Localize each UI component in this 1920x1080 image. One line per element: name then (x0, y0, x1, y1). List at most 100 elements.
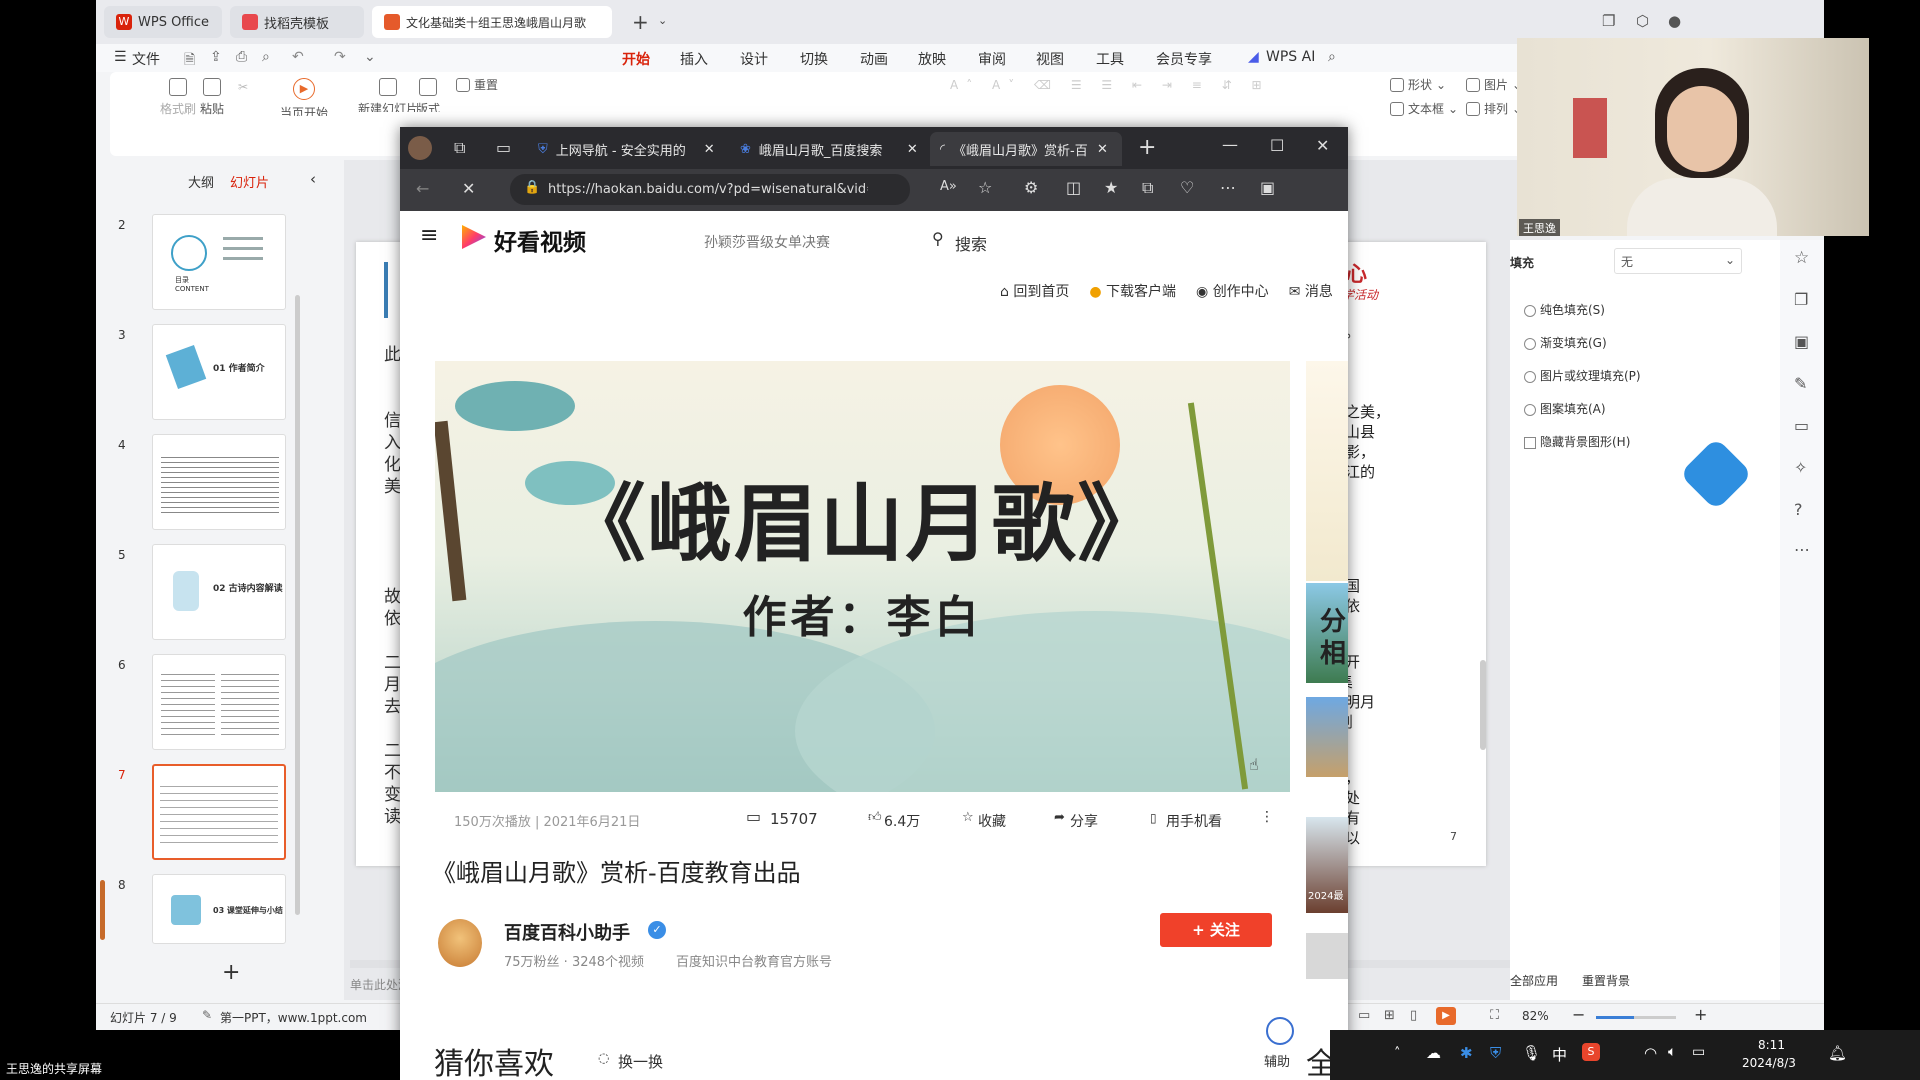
more-options-icon[interactable]: ⋮ (1260, 809, 1274, 825)
like-count[interactable]: 6.4万 (884, 811, 920, 831)
zoom-level[interactable]: 82% (1522, 1009, 1549, 1023)
menu-review[interactable]: 审阅 (978, 49, 1006, 69)
menu-transition[interactable]: 切换 (800, 49, 828, 69)
paste-button[interactable]: 粘贴 (200, 78, 224, 117)
format-painter-button[interactable]: 格式刷 (160, 78, 196, 117)
slides-tab[interactable]: 幻灯片 (230, 172, 269, 191)
download-client-link[interactable]: ● 下载客户端 (1089, 281, 1176, 301)
vertical-scrollbar[interactable] (1480, 660, 1486, 750)
related-thumb-4[interactable] (1306, 933, 1348, 979)
minimize-icon[interactable]: — (1222, 135, 1238, 154)
hamburger-icon[interactable]: ☰ (114, 49, 127, 65)
star-icon[interactable]: ☆ (1794, 248, 1809, 268)
favorite-icon[interactable]: ☆ (962, 810, 974, 825)
close-tab-icon[interactable]: ✕ (907, 142, 918, 157)
home-link[interactable]: ⌂ 回到首页 (1000, 281, 1069, 301)
accessibility-icon[interactable] (1266, 1017, 1294, 1045)
favorites-icon[interactable]: ★ (1104, 178, 1118, 197)
show-hidden-icons[interactable]: ˄ (1394, 1046, 1401, 1061)
fill-option-picture[interactable]: 图片或纹理填充(P) (1524, 360, 1641, 393)
menu-view[interactable]: 视图 (1036, 49, 1064, 69)
comment-count[interactable]: 15707 (770, 810, 818, 828)
hide-background-checkbox[interactable]: 隐藏背景图形(H) (1524, 426, 1641, 459)
notification-icon[interactable]: 🔔︎ (1828, 1044, 1847, 1062)
textbox-button[interactable]: 文本框 ⌄ (1390, 100, 1458, 117)
close-window-icon[interactable]: ✕ (1316, 136, 1329, 155)
save-icon[interactable]: 🗎 (184, 49, 195, 73)
favorite-button[interactable]: 收藏 (978, 811, 1006, 831)
magic-icon[interactable]: ✧ (1794, 458, 1807, 477)
cut-button[interactable]: ✂ (238, 80, 248, 94)
sidebar-toggle-icon[interactable]: ▣ (1260, 178, 1275, 197)
zoom-out-icon[interactable]: − (1572, 1005, 1585, 1024)
slide-thumbnail-7[interactable] (152, 764, 286, 860)
fill-option-solid[interactable]: 纯色填充(S) (1524, 294, 1641, 327)
wps-tray-icon[interactable]: S (1582, 1043, 1600, 1061)
url-field[interactable]: 🔒 https://haokan.baidu.com/v?pd=wisenatu… (510, 174, 910, 205)
favorite-star-icon[interactable]: ☆ (978, 178, 992, 197)
copy-icon[interactable]: ❐ (1794, 290, 1808, 309)
slide-thumbnail-2[interactable]: 目录 CONTENT (152, 214, 286, 310)
menu-home[interactable]: 开始 (622, 49, 650, 74)
reset-button[interactable]: 重置 (456, 76, 498, 93)
read-aloud-icon[interactable]: A» (940, 179, 957, 194)
profile-avatar[interactable] (408, 136, 432, 160)
fit-icon[interactable]: ⛶ (1490, 1008, 1499, 1023)
menu-slideshow[interactable]: 放映 (918, 49, 946, 69)
picture-button[interactable]: 图片⌄ (1466, 76, 1522, 93)
battery-icon[interactable]: ▭ (1692, 1044, 1705, 1060)
more-icon[interactable]: ⋯ (1794, 540, 1810, 559)
bluetooth-icon[interactable]: ✱ (1460, 1044, 1473, 1062)
microphone-icon[interactable]: 🎙︎ (1522, 1044, 1541, 1062)
tab-dropdown-icon[interactable]: ⌄ (658, 14, 667, 27)
zoom-in-icon[interactable]: + (1694, 1005, 1707, 1024)
image-icon[interactable]: ▣ (1794, 332, 1809, 351)
shape-button[interactable]: 形状 ⌄ (1390, 76, 1446, 93)
edge-tab-2[interactable]: ❀ 峨眉山月歌_百度搜索 ✕ (730, 132, 928, 166)
help-icon[interactable]: ? (1794, 500, 1803, 519)
creator-center-link[interactable]: ◉ 创作中心 (1196, 281, 1269, 301)
slide-thumbnail-5[interactable]: 02 古诗内容解读 (152, 544, 286, 640)
related-thumb-1[interactable]: 分 相 (1306, 583, 1348, 683)
settings-more-icon[interactable]: ⋯ (1220, 178, 1236, 197)
menu-insert[interactable]: 插入 (680, 49, 708, 69)
close-tab-icon[interactable]: ✕ (1097, 142, 1108, 157)
window-restore-icon[interactable]: ❐ (1602, 12, 1615, 30)
related-thumb-3[interactable]: 2024最 (1306, 817, 1348, 913)
fill-section-title[interactable]: 填充 (1510, 254, 1534, 271)
clock-date[interactable]: 2024/8/3 (1742, 1056, 1796, 1070)
wps-home-tab[interactable]: W WPS Office (104, 6, 222, 38)
browser-essentials-icon[interactable]: ♡ (1180, 178, 1194, 197)
reset-background-button[interactable]: 重置背景 (1582, 972, 1630, 989)
more-dropdown-icon[interactable]: ⌄ (364, 49, 376, 65)
undo-icon[interactable]: ↶ (292, 49, 304, 65)
new-tab-icon[interactable]: + (1138, 135, 1156, 160)
export-icon[interactable]: ⇪ (210, 49, 222, 65)
collapse-panel-icon[interactable]: ‹ (310, 170, 316, 188)
new-tab-icon[interactable]: + (632, 10, 649, 34)
left-edge-scrollbar[interactable] (100, 880, 105, 940)
search-icon[interactable]: ⚲ (932, 229, 944, 248)
normal-view-icon[interactable]: ▭ (1358, 1008, 1370, 1023)
document-tab[interactable]: 文化基础类十组王思逸峨眉山月歌 (372, 6, 612, 38)
menu-design[interactable]: 设计 (740, 49, 768, 69)
fill-option-gradient[interactable]: 渐变填充(G) (1524, 327, 1641, 360)
security-icon[interactable]: ⛨ (1490, 1044, 1501, 1062)
zoom-slider[interactable] (1596, 1016, 1676, 1019)
menu-tools[interactable]: 工具 (1096, 49, 1124, 69)
avatar-icon[interactable]: ● (1668, 12, 1681, 30)
onedrive-icon[interactable]: ☁ (1426, 1044, 1441, 1062)
workspaces-icon[interactable]: ⧉ (454, 138, 465, 158)
hot-search-suggestion[interactable]: 孙颖莎晋级女单决赛 (704, 232, 830, 252)
slide-thumbnail-4[interactable] (152, 434, 286, 530)
phone-icon[interactable]: ▯ (1150, 811, 1157, 825)
share-icon[interactable]: ➦ (1054, 810, 1065, 825)
volume-icon[interactable]: 🔈︎ (1668, 1044, 1676, 1060)
menu-animation[interactable]: 动画 (860, 49, 888, 69)
ime-indicator[interactable]: 中 (1552, 1044, 1567, 1065)
assistant-icon[interactable] (1679, 437, 1753, 511)
reading-view-icon[interactable]: ▯ (1410, 1008, 1417, 1023)
layout-button[interactable]: 版式 (416, 78, 440, 112)
redo-icon[interactable]: ↷ (334, 49, 346, 65)
template-tab[interactable]: 找稻壳模板 (230, 6, 364, 38)
